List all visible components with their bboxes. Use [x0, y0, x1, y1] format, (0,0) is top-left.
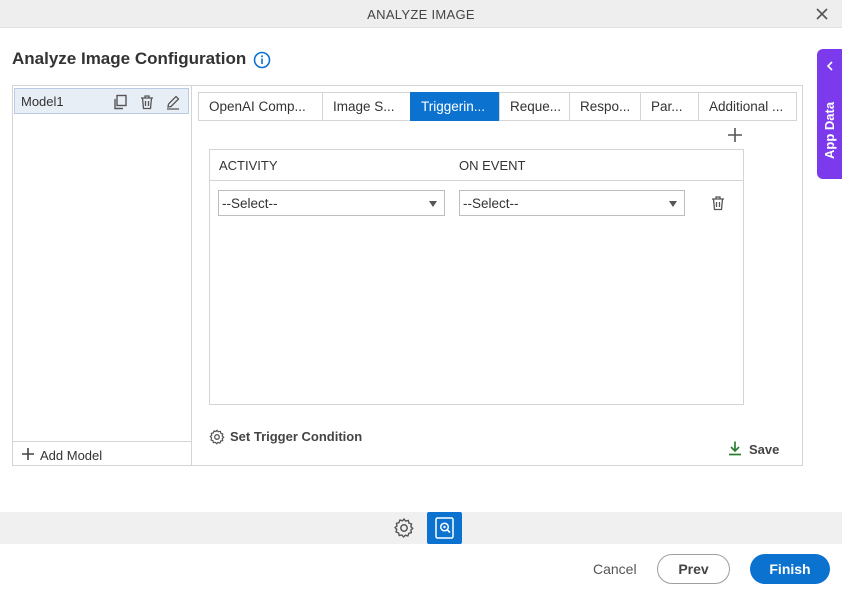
image-search-icon	[435, 517, 454, 539]
delete-icon[interactable]	[139, 94, 155, 110]
close-icon[interactable]	[812, 4, 832, 24]
save-label: Save	[749, 442, 780, 457]
delete-row-icon[interactable]	[710, 195, 726, 211]
set-trigger-condition-label: Set Trigger Condition	[230, 429, 363, 444]
tab-response[interactable]: Respo...	[569, 92, 640, 121]
edit-icon[interactable]	[165, 94, 181, 110]
prev-button[interactable]: Prev	[657, 554, 730, 584]
configuration-panel: Model1 Add Model OpenAI Comp... Image S.…	[12, 85, 803, 466]
app-data-tab[interactable]: App Data	[817, 49, 842, 179]
list-item[interactable]: Model1	[14, 88, 189, 114]
info-icon[interactable]	[253, 51, 271, 69]
model-name: Model1	[21, 94, 64, 109]
on-event-select-value: --Select--	[463, 196, 519, 211]
tab-image-settings[interactable]: Image S...	[322, 92, 410, 121]
caret-down-icon	[669, 201, 677, 207]
activity-select[interactable]: --Select--	[218, 190, 445, 216]
analyze-image-view-button[interactable]	[427, 512, 462, 544]
activity-select-value: --Select--	[222, 196, 278, 211]
download-icon	[729, 441, 741, 456]
chevron-left-icon	[826, 61, 833, 71]
settings-tabs: OpenAI Comp... Image S... Triggerin... R…	[198, 92, 797, 121]
add-model-button[interactable]: Add Model	[13, 441, 191, 465]
trigger-table: ACTIVITY ON EVENT --Select-- --Select--	[209, 149, 744, 405]
tab-parameters[interactable]: Par...	[640, 92, 698, 121]
finish-button[interactable]: Finish	[750, 554, 830, 584]
settings-gear-icon[interactable]	[393, 517, 415, 539]
add-row-icon[interactable]	[727, 127, 743, 143]
add-model-label: Add Model	[40, 448, 103, 463]
plus-icon	[22, 448, 34, 460]
copy-icon[interactable]	[112, 94, 128, 110]
table-header: ACTIVITY ON EVENT	[210, 150, 743, 181]
column-header-on-event: ON EVENT	[459, 158, 526, 173]
cancel-button[interactable]: Cancel	[593, 561, 637, 577]
tab-request[interactable]: Reque...	[499, 92, 569, 121]
tab-additional[interactable]: Additional ...	[698, 92, 797, 121]
title-bar: ANALYZE IMAGE	[0, 0, 842, 28]
app-data-label: App Data	[822, 101, 837, 159]
column-header-activity: ACTIVITY	[219, 158, 278, 173]
gear-icon	[209, 429, 225, 445]
tab-openai-component[interactable]: OpenAI Comp...	[198, 92, 322, 121]
page-title: Analyze Image Configuration	[12, 49, 247, 68]
tab-triggering[interactable]: Triggerin...	[410, 92, 499, 121]
on-event-select[interactable]: --Select--	[459, 190, 685, 216]
caret-down-icon	[429, 201, 437, 207]
model-list: Model1 Add Model	[13, 86, 192, 465]
bottom-toolbar	[0, 512, 842, 544]
window-title: ANALYZE IMAGE	[367, 7, 475, 22]
model-settings: OpenAI Comp... Image S... Triggerin... R…	[193, 86, 802, 465]
